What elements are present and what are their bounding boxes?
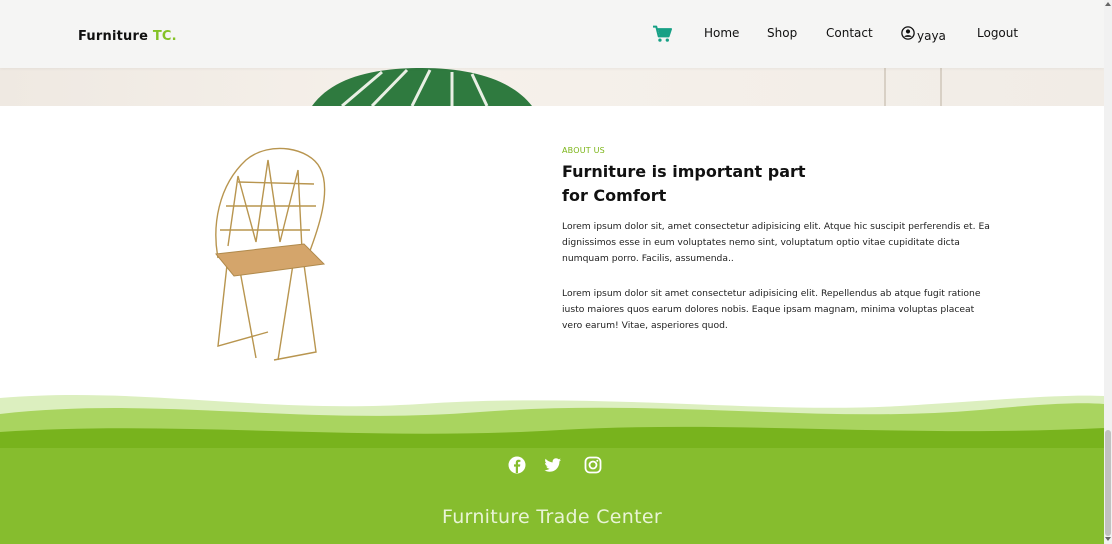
about-eyebrow: ABOUT US [562,146,605,155]
nav-logout[interactable]: Logout [977,26,1018,40]
plant-leaf-image [312,68,532,106]
user-circle-icon[interactable] [901,26,915,40]
twitter-icon[interactable] [544,456,562,474]
brand-name: Furniture [78,29,149,44]
footer-waves [0,394,1104,454]
about-title-line1: Furniture is important part [562,162,806,181]
nav-contact[interactable]: Contact [826,26,873,40]
chair-image [215,147,326,361]
hero-image-strip [0,68,1104,106]
decor-line [940,68,942,106]
facebook-icon[interactable] [508,456,526,474]
about-title-line2: for Comfort [562,186,667,205]
scroll-down-icon[interactable] [1105,537,1111,541]
footer-title: Furniture Trade Center [442,506,662,528]
about-paragraph-1: Lorem ipsum dolor sit, amet consectetur … [562,221,990,264]
brand-logo[interactable]: Furniture TC. [78,29,177,44]
decor-line [884,68,886,106]
navbar: Furniture TC. Home Shop Contact yaya Log… [0,0,1104,68]
page: Furniture TC. Home Shop Contact yaya Log… [0,0,1104,544]
about-title: Furniture is important part for Comfort [562,160,892,208]
instagram-icon[interactable] [584,456,602,474]
nav-user[interactable]: yaya [917,29,946,43]
cart-icon[interactable] [652,25,672,43]
scroll-up-icon[interactable] [1105,2,1111,6]
scroll-thumb[interactable] [1105,430,1111,536]
nav-shop[interactable]: Shop [767,26,797,40]
about-paragraph-2: Lorem ipsum dolor sit amet consectetur a… [562,288,981,331]
nav-home[interactable]: Home [704,26,739,40]
page-scrollbar[interactable] [1104,0,1112,544]
brand-accent: TC. [152,29,177,44]
